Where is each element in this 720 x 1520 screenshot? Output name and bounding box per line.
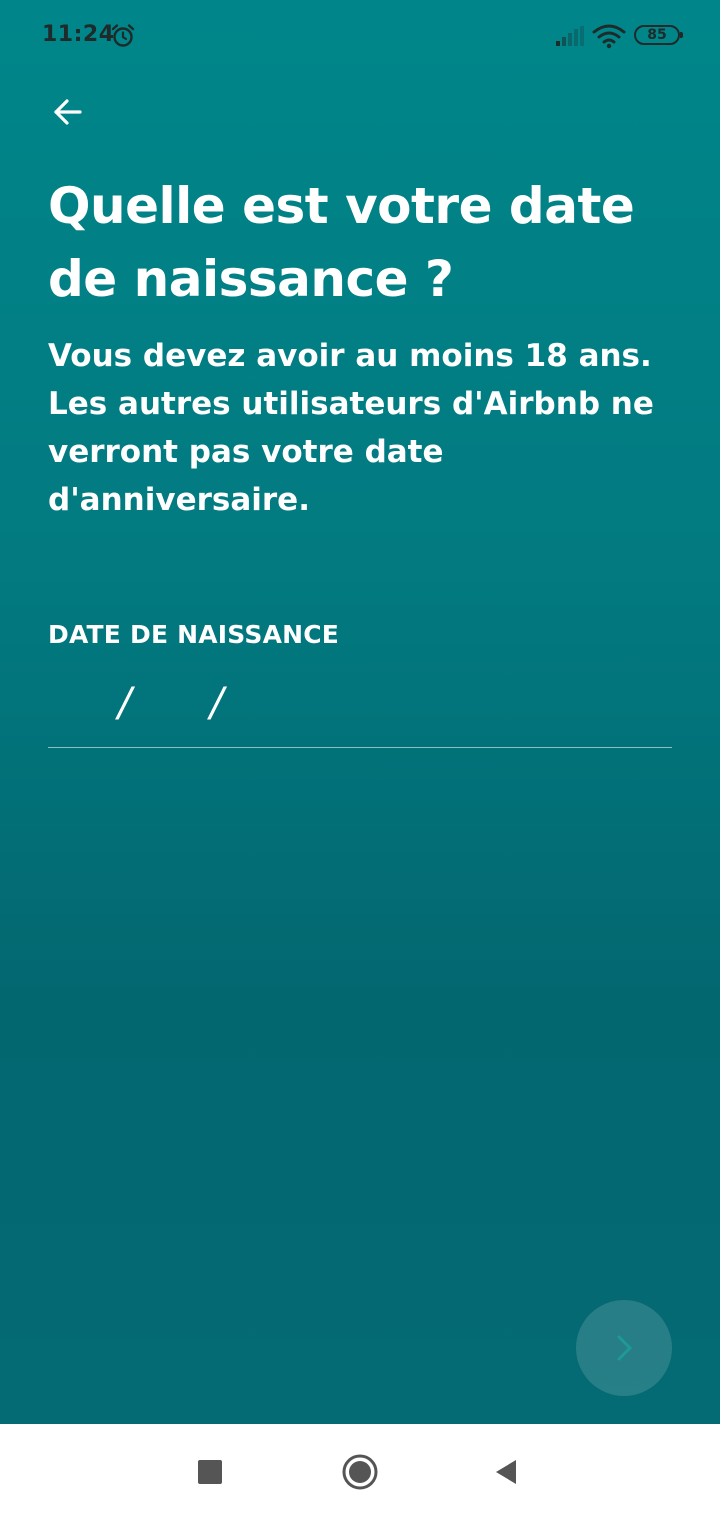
navigation-bar <box>0 1424 720 1520</box>
arrow-left-icon <box>54 99 82 125</box>
page-title: Quelle est votre date de naissance ? <box>48 177 635 308</box>
triangle-back-icon <box>496 1460 516 1484</box>
date-separator: / <box>118 680 132 726</box>
signal-icon <box>556 26 584 46</box>
alarm-icon <box>111 24 135 47</box>
page-subtitle: Vous devez avoir au moins 18 ans. Les au… <box>48 338 654 518</box>
wifi-icon <box>592 24 626 49</box>
square-icon <box>198 1460 222 1484</box>
battery-level: 85 <box>647 27 667 43</box>
recents-button[interactable] <box>186 1448 234 1496</box>
circle-icon <box>342 1454 378 1490</box>
birthdate-label: DATE DE NAISSANCE <box>48 620 340 649</box>
date-separator: / <box>210 680 224 726</box>
system-back-button[interactable] <box>482 1448 530 1496</box>
back-button[interactable] <box>40 84 96 140</box>
battery-icon: 85 <box>634 25 683 45</box>
status-time: 11:24 <box>42 22 115 47</box>
status-bar: 11:24 85 <box>0 0 720 70</box>
birthdate-input[interactable]: / / <box>48 670 672 748</box>
chevron-right-icon <box>617 1335 632 1361</box>
screen: 11:24 85 Quelle est votre date de naissa… <box>0 0 720 1424</box>
home-button[interactable] <box>336 1448 384 1496</box>
next-button[interactable] <box>576 1300 672 1396</box>
